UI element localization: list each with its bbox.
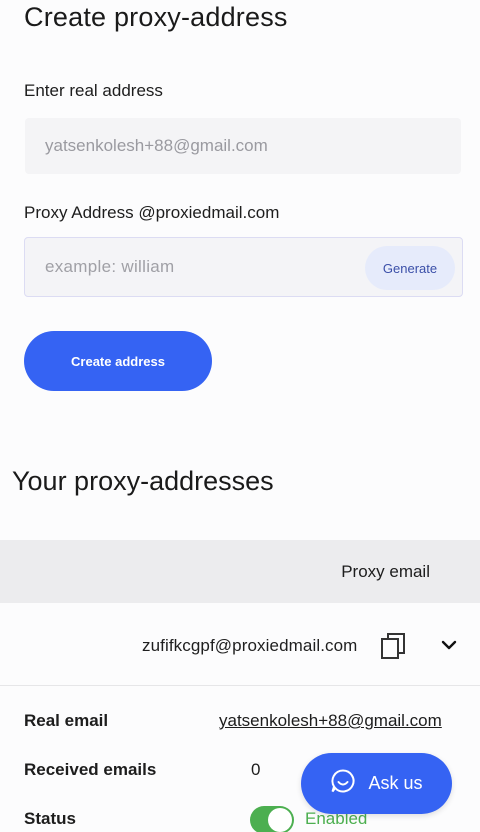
table-header: Proxy email bbox=[0, 540, 480, 603]
real-email-label: Real email bbox=[24, 711, 109, 730]
row-divider bbox=[0, 685, 480, 686]
ask-us-label: Ask us bbox=[368, 773, 423, 793]
ask-us-button[interactable]: Ask us bbox=[301, 753, 452, 814]
section-title: Your proxy-addresses bbox=[12, 466, 274, 496]
status-toggle[interactable] bbox=[250, 806, 294, 832]
proxy-address-label: Proxy Address @proxiedmail.com bbox=[24, 203, 280, 222]
received-emails-count: 0 bbox=[251, 760, 261, 779]
real-email-link[interactable]: yatsenkolesh+88@gmail.com bbox=[219, 711, 442, 731]
column-header-proxy-email: Proxy email bbox=[341, 561, 430, 581]
create-address-button[interactable]: Create address bbox=[24, 331, 212, 391]
real-address-input[interactable]: yatsenkolesh+88@gmail.com bbox=[25, 118, 461, 174]
proxy-address-input[interactable]: example: william bbox=[45, 238, 365, 296]
generate-button[interactable]: Generate bbox=[365, 246, 455, 290]
toggle-knob bbox=[268, 808, 292, 832]
real-address-label: Enter real address bbox=[24, 81, 163, 100]
chevron-down-icon[interactable] bbox=[438, 636, 460, 656]
status-label: Status bbox=[24, 809, 76, 828]
page-title: Create proxy-address bbox=[24, 2, 288, 32]
proxy-address-field: example: william Generate bbox=[24, 237, 463, 297]
copy-icon[interactable] bbox=[380, 632, 406, 660]
chat-bubble-icon bbox=[330, 768, 356, 799]
proxy-email-value: zufifkcgpf@proxiedmail.com bbox=[142, 636, 358, 655]
received-emails-label: Received emails bbox=[24, 760, 157, 779]
